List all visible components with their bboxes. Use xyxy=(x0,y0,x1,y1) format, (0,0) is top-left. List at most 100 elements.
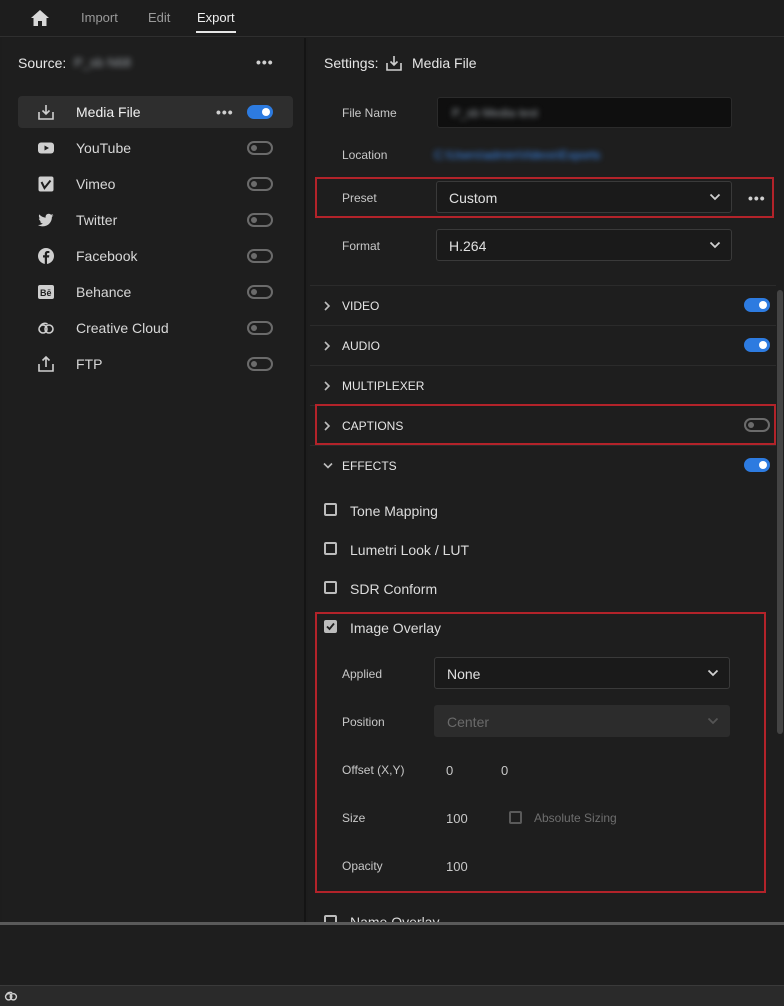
name-overlay-label: Name Overlay xyxy=(350,914,440,922)
applied-label: Applied xyxy=(342,667,383,681)
position-label: Position xyxy=(342,715,385,729)
destination-creative-cloud[interactable]: Creative Cloud xyxy=(18,312,293,344)
svg-text:Bē: Bē xyxy=(40,288,52,298)
applied-value: None xyxy=(447,666,481,682)
chevron-right-icon xyxy=(322,300,332,312)
chevron-down-icon xyxy=(322,461,333,473)
captions-toggle[interactable] xyxy=(744,418,770,432)
source-name: P_sb N68 xyxy=(74,55,132,70)
section-audio[interactable]: AUDIO xyxy=(310,325,776,365)
destination-toggle[interactable] xyxy=(247,141,273,155)
destination-label: Twitter xyxy=(76,212,118,228)
format-value: H.264 xyxy=(449,238,487,254)
video-toggle[interactable] xyxy=(744,298,770,312)
opacity-input[interactable]: 100 xyxy=(446,859,468,874)
image-overlay-label: Image Overlay xyxy=(350,620,442,636)
section-label: MULTIPLEXER xyxy=(342,379,425,393)
location-link[interactable]: C:\Users\admin\Videos\Exports xyxy=(434,148,601,162)
audio-toggle[interactable] xyxy=(744,338,770,352)
facebook-icon xyxy=(37,247,55,265)
section-label: EFFECTS xyxy=(342,459,397,473)
section-label: CAPTIONS xyxy=(342,419,404,433)
download-icon xyxy=(385,54,403,72)
destination-behance[interactable]: Bē Behance xyxy=(18,276,293,308)
home-icon[interactable] xyxy=(30,9,50,27)
tab-edit[interactable]: Edit xyxy=(148,10,170,25)
chevron-down-icon xyxy=(709,192,721,202)
section-captions[interactable]: CAPTIONS xyxy=(310,405,776,445)
destination-twitter[interactable]: Twitter xyxy=(18,204,293,236)
absolute-sizing-label: Absolute Sizing xyxy=(534,811,617,825)
destination-label: YouTube xyxy=(76,140,132,156)
tab-export[interactable]: Export xyxy=(197,10,235,25)
source-more-button[interactable]: ••• xyxy=(256,54,274,70)
effects-list-overflow: Name Overlay xyxy=(310,905,776,922)
tab-import[interactable]: Import xyxy=(81,10,118,25)
section-video[interactable]: VIDEO xyxy=(310,285,776,325)
active-tab-indicator xyxy=(196,31,236,33)
destination-toggle[interactable] xyxy=(247,249,273,263)
format-dropdown[interactable]: H.264 xyxy=(436,229,732,261)
bottom-panel xyxy=(0,925,784,985)
creative-cloud-icon xyxy=(37,319,55,337)
name-overlay-checkbox[interactable] xyxy=(324,915,337,922)
preset-dropdown[interactable]: Custom xyxy=(436,181,732,213)
destination-label: Media File xyxy=(76,104,141,120)
file-name-input[interactable]: P_sb Media test xyxy=(437,97,732,128)
share-upload-icon xyxy=(37,355,55,373)
vimeo-icon xyxy=(37,175,55,193)
size-label: Size xyxy=(342,811,366,825)
destination-toggle[interactable] xyxy=(247,213,273,227)
destination-label: FTP xyxy=(76,356,103,372)
section-label: VIDEO xyxy=(342,299,380,313)
download-icon xyxy=(37,103,55,121)
creative-cloud-icon[interactable] xyxy=(4,989,18,1003)
lumetri-look-checkbox[interactable] xyxy=(324,542,337,555)
file-name-value: P_sb Media test xyxy=(452,106,539,120)
section-multiplexer[interactable]: MULTIPLEXER xyxy=(310,365,776,405)
chevron-down-icon xyxy=(707,668,719,678)
destination-toggle[interactable] xyxy=(247,177,273,191)
offset-y-input[interactable]: 0 xyxy=(501,763,508,778)
destination-media-file[interactable]: Media File ••• xyxy=(18,96,293,128)
preset-value: Custom xyxy=(449,190,498,206)
destination-toggle[interactable] xyxy=(247,321,273,335)
destination-ftp[interactable]: FTP xyxy=(18,348,293,380)
destination-label: Facebook xyxy=(76,248,138,264)
destination-label: Vimeo xyxy=(76,176,116,192)
destination-toggle[interactable] xyxy=(247,285,273,299)
checkmark-icon xyxy=(326,622,335,631)
image-overlay-checkbox[interactable] xyxy=(324,620,337,633)
applied-dropdown[interactable]: None xyxy=(434,657,730,689)
preset-more-button[interactable]: ••• xyxy=(748,190,766,206)
behance-icon: Bē xyxy=(37,283,55,301)
offset-x-input[interactable]: 0 xyxy=(446,763,453,778)
format-label: Format xyxy=(342,239,381,253)
absolute-sizing-checkbox[interactable] xyxy=(509,811,522,824)
section-effects[interactable]: EFFECTS xyxy=(310,445,776,485)
chevron-right-icon xyxy=(322,380,332,392)
destination-toggle[interactable] xyxy=(247,105,273,119)
section-label: AUDIO xyxy=(342,339,381,353)
destination-youtube[interactable]: YouTube xyxy=(18,132,293,164)
destination-vimeo[interactable]: Vimeo xyxy=(18,168,293,200)
sdr-conform-label: SDR Conform xyxy=(350,581,438,597)
tone-mapping-checkbox[interactable] xyxy=(324,503,337,516)
tone-mapping-label: Tone Mapping xyxy=(350,503,438,519)
youtube-icon xyxy=(37,139,55,157)
settings-target-label: Media File xyxy=(412,55,477,71)
position-dropdown[interactable]: Center xyxy=(434,705,730,737)
destination-facebook[interactable]: Facebook xyxy=(18,240,293,272)
destination-more-button[interactable]: ••• xyxy=(216,104,234,120)
sdr-conform-checkbox[interactable] xyxy=(324,581,337,594)
effects-toggle[interactable] xyxy=(744,458,770,472)
preset-label: Preset xyxy=(342,191,377,205)
size-input[interactable]: 100 xyxy=(446,811,468,826)
destination-toggle[interactable] xyxy=(247,357,273,371)
twitter-icon xyxy=(37,211,55,229)
settings-label: Settings: xyxy=(324,55,379,71)
destination-label: Creative Cloud xyxy=(76,320,169,336)
settings-scrollbar[interactable] xyxy=(777,290,783,734)
lumetri-look-label: Lumetri Look / LUT xyxy=(350,542,470,558)
status-bar xyxy=(0,985,784,1006)
